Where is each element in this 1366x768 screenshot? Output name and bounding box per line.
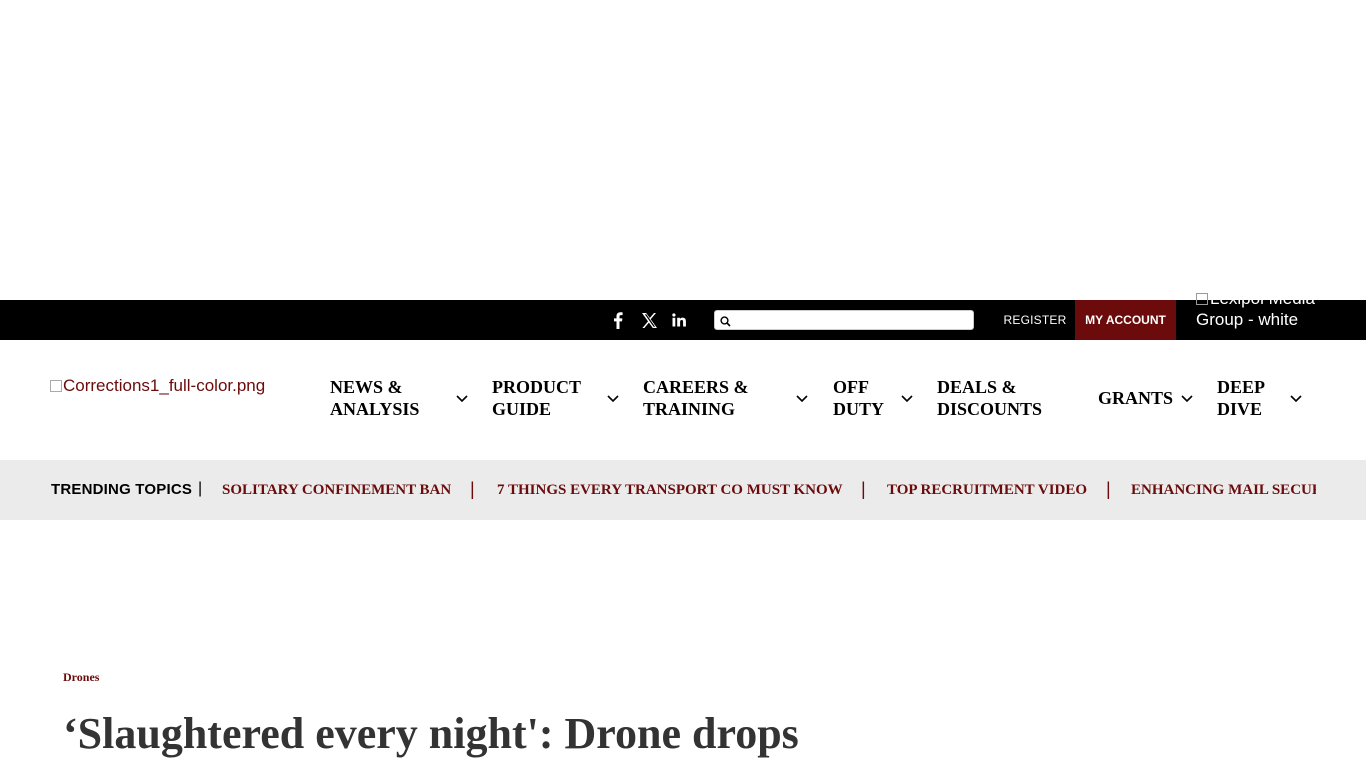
nav-label: DUTY xyxy=(833,399,885,419)
nav-label: PRODUCT xyxy=(492,377,581,397)
nav-label: DEEP xyxy=(1217,377,1266,397)
trending-separator: | xyxy=(861,479,866,499)
search-box xyxy=(714,310,974,330)
nav-careers-training[interactable]: CAREERS & TRAINING xyxy=(643,376,749,420)
chevron-down-icon[interactable] xyxy=(900,394,914,404)
article-category-link[interactable]: Drones xyxy=(63,670,99,685)
site-logo[interactable]: Corrections1_full-color.png xyxy=(50,376,265,396)
nav-grants[interactable]: GRANTS xyxy=(1098,387,1173,409)
trending-link[interactable]: ENHANCING MAIL SECURITY xyxy=(1131,482,1316,499)
trending-separator: | xyxy=(1106,479,1111,499)
lexipol-logo-alt: Lexipol Media Group - white xyxy=(1196,289,1315,329)
nav-label: DISCOUNTS xyxy=(937,399,1043,419)
nav-label: DEALS & xyxy=(937,377,1017,397)
search-input[interactable] xyxy=(735,312,969,328)
trending-title: TRENDING TOPICS xyxy=(51,481,193,498)
nav-label: GRANTS xyxy=(1098,388,1174,408)
chevron-down-icon[interactable] xyxy=(455,394,469,404)
trending-link[interactable]: SOLITARY CONFINEMENT BAN xyxy=(222,482,451,499)
search-icon[interactable] xyxy=(720,314,731,332)
nav-deals-discounts[interactable]: DEALS & DISCOUNTS xyxy=(937,376,1042,420)
trending-separator: | xyxy=(470,479,475,499)
nav-label: ANALYSIS xyxy=(330,399,420,419)
nav-label: OFF xyxy=(833,377,869,397)
nav-label: NEWS & xyxy=(330,377,403,397)
chevron-down-icon[interactable] xyxy=(606,394,620,404)
lexipol-logo[interactable]: Lexipol Media Group - white xyxy=(1196,288,1346,340)
nav-news-analysis[interactable]: NEWS & ANALYSIS xyxy=(330,376,419,420)
chevron-down-icon[interactable] xyxy=(1180,394,1194,404)
nav-label: CAREERS & xyxy=(643,377,749,397)
linkedin-icon[interactable] xyxy=(669,300,689,340)
broken-image-icon xyxy=(50,380,62,392)
trending-divider: | xyxy=(198,480,203,497)
nav-off-duty[interactable]: OFF DUTY xyxy=(833,376,884,420)
broken-image-icon xyxy=(1196,293,1208,305)
my-account-button[interactable]: MY ACCOUNT xyxy=(1075,300,1176,340)
nav-label: TRAINING xyxy=(643,399,736,419)
nav-label: GUIDE xyxy=(492,399,552,419)
trending-link[interactable]: TOP RECRUITMENT VIDEO xyxy=(887,482,1087,499)
article-headline: ‘Slaughtered every night': Drone drops xyxy=(63,709,799,758)
advertisement-area xyxy=(0,0,1366,300)
register-link[interactable]: REGISTER xyxy=(996,300,1074,340)
chevron-down-icon[interactable] xyxy=(1289,394,1303,404)
nav-label: DIVE xyxy=(1217,399,1263,419)
nav-product-guide[interactable]: PRODUCT GUIDE xyxy=(492,376,581,420)
logo-alt-text: Corrections1_full-color.png xyxy=(63,376,266,395)
chevron-down-icon[interactable] xyxy=(795,394,809,404)
trending-topics-list: TRENDING TOPICS | SOLITARY CONFINEMENT B… xyxy=(50,460,1316,520)
nav-deep-dive[interactable]: DEEP DIVE xyxy=(1217,376,1265,420)
trending-link[interactable]: 7 THINGS EVERY TRANSPORT CO MUST KNOW xyxy=(497,482,843,499)
facebook-icon[interactable] xyxy=(608,300,628,340)
x-twitter-icon[interactable] xyxy=(638,300,660,340)
